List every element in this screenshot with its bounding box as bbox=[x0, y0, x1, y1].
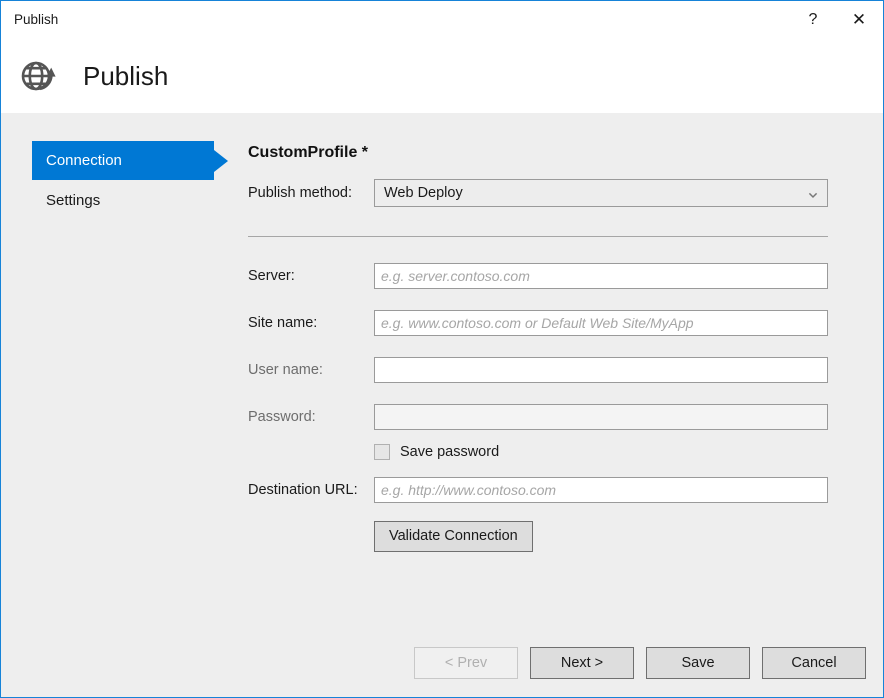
user-name-input[interactable] bbox=[374, 357, 828, 383]
destination-url-row: Destination URL: bbox=[248, 477, 828, 503]
site-name-row: Site name: bbox=[248, 310, 828, 336]
page-title: Publish bbox=[83, 63, 168, 89]
title-bar: Publish ? ✕ bbox=[1, 1, 883, 38]
server-row: Server: bbox=[248, 263, 828, 289]
window-title: Publish bbox=[1, 13, 58, 27]
close-button[interactable]: ✕ bbox=[835, 1, 883, 38]
save-password-row[interactable]: Save password bbox=[374, 444, 828, 460]
help-button[interactable]: ? bbox=[791, 1, 835, 38]
profile-name: CustomProfile * bbox=[248, 145, 828, 161]
password-input[interactable] bbox=[374, 404, 828, 430]
site-name-label: Site name: bbox=[248, 315, 374, 331]
publish-method-value: Web Deploy bbox=[384, 185, 463, 201]
destination-url-input[interactable] bbox=[374, 477, 828, 503]
site-name-input[interactable] bbox=[374, 310, 828, 336]
save-password-checkbox[interactable] bbox=[374, 444, 390, 460]
sidebar-nav: Connection Settings bbox=[32, 141, 214, 220]
cancel-button[interactable]: Cancel bbox=[762, 647, 866, 679]
connection-panel: CustomProfile * Publish method: Web Depl… bbox=[248, 113, 828, 552]
prev-button[interactable]: < Prev bbox=[414, 647, 518, 679]
chevron-down-icon bbox=[808, 188, 818, 198]
user-name-label: User name: bbox=[248, 362, 374, 378]
publish-method-row: Publish method: Web Deploy bbox=[248, 179, 828, 207]
publish-method-select[interactable]: Web Deploy bbox=[374, 179, 828, 207]
destination-url-label: Destination URL: bbox=[248, 482, 374, 498]
dialog-header: Publish bbox=[1, 38, 883, 113]
next-button[interactable]: Next > bbox=[530, 647, 634, 679]
dialog-footer: < Prev Next > Save Cancel bbox=[414, 647, 866, 679]
server-input[interactable] bbox=[374, 263, 828, 289]
sidebar-item-settings[interactable]: Settings bbox=[32, 181, 214, 220]
password-label: Password: bbox=[248, 409, 374, 425]
globe-publish-icon bbox=[15, 53, 61, 99]
publish-dialog-window: Publish ? ✕ Publish bbox=[0, 0, 884, 698]
save-button[interactable]: Save bbox=[646, 647, 750, 679]
dialog-body: Connection Settings CustomProfile * Publ… bbox=[1, 113, 883, 697]
sidebar-item-connection[interactable]: Connection bbox=[32, 141, 214, 180]
validate-connection-button[interactable]: Validate Connection bbox=[374, 521, 533, 552]
publish-method-label: Publish method: bbox=[248, 185, 374, 201]
sidebar-item-connection-label: Connection bbox=[46, 152, 122, 169]
sidebar-item-settings-label: Settings bbox=[46, 192, 100, 209]
user-name-row: User name: bbox=[248, 357, 828, 383]
validate-row: Validate Connection bbox=[374, 521, 828, 552]
server-label: Server: bbox=[248, 268, 374, 284]
save-password-label: Save password bbox=[400, 444, 499, 460]
section-divider bbox=[248, 236, 828, 237]
window-controls: ? ✕ bbox=[791, 1, 883, 38]
password-row: Password: bbox=[248, 404, 828, 430]
